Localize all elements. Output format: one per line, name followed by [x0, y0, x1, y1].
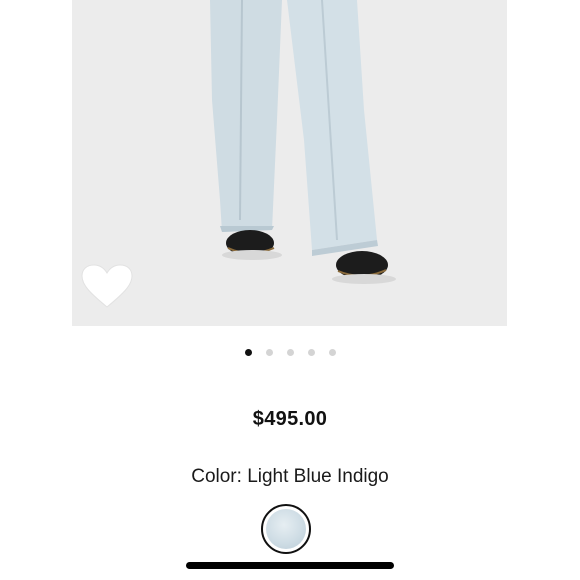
carousel-dot-1[interactable] [244, 349, 252, 356]
carousel-dot-4[interactable] [307, 349, 315, 356]
favorite-button[interactable] [80, 263, 134, 309]
carousel-dot-5[interactable] [328, 349, 336, 356]
carousel-dot-3[interactable] [286, 349, 294, 356]
jeans-photo [72, 0, 507, 326]
selected-color-label: Color: Light Blue Indigo [191, 466, 389, 487]
home-indicator[interactable] [186, 562, 394, 569]
product-detail-page: $495.00 Color: Light Blue Indigo [0, 0, 580, 580]
carousel-dot-2[interactable] [265, 349, 273, 356]
product-price: $495.00 [252, 408, 328, 430]
product-image[interactable] [72, 0, 507, 326]
image-carousel-dots [0, 349, 580, 359]
color-swatch-light-blue-indigo[interactable] [261, 504, 311, 554]
swatch-fill [266, 509, 306, 549]
heart-icon [81, 264, 133, 308]
